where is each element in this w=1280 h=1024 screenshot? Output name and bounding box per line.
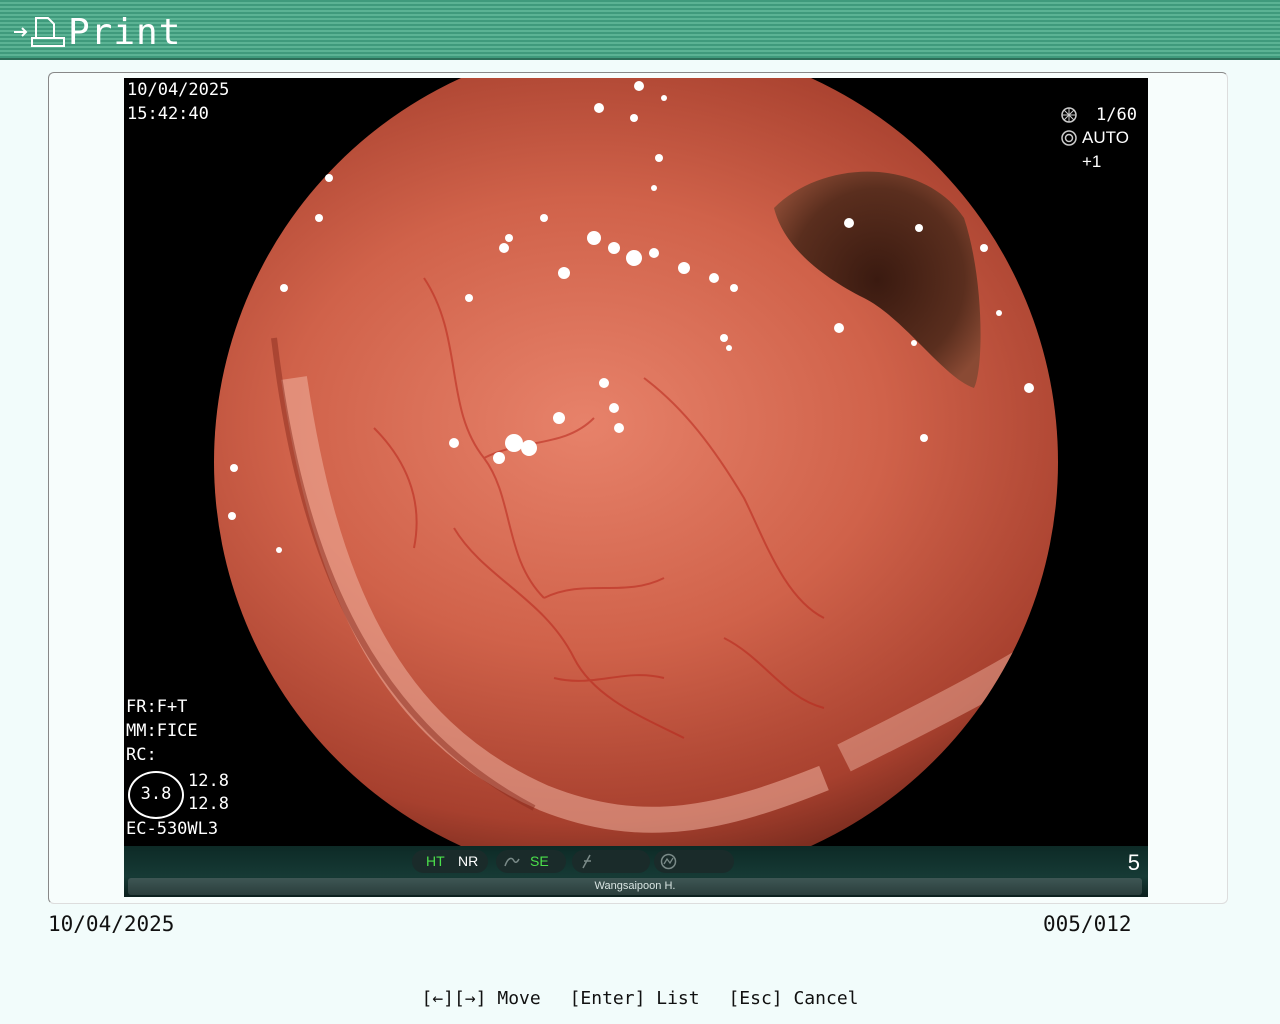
value-top: 12.8 — [188, 771, 229, 791]
shutter-icon — [1061, 107, 1077, 123]
image-counter: 005/012 — [1043, 912, 1132, 936]
meter-icon — [660, 853, 677, 870]
ht-nr-pill: HT NR — [412, 850, 488, 873]
function-pill — [572, 850, 650, 873]
curve-icon — [504, 857, 520, 867]
nr-indicator: NR — [458, 853, 479, 869]
scope-model: EC-530WL3 — [126, 819, 219, 839]
status-bar: HT NR SE 5 Wangsaipoon H. — [124, 846, 1148, 897]
endoscopy-photo — [214, 78, 1058, 846]
move-hint[interactable]: [←][→] Move — [422, 988, 541, 1009]
mm-setting: MM:FICE — [126, 721, 198, 741]
cancel-hint[interactable]: [Esc] Cancel — [728, 988, 858, 1009]
fr-setting: FR:F+T — [126, 697, 188, 717]
circle-value: 3.8 — [140, 784, 172, 804]
function-icon — [582, 854, 591, 869]
title-bar: Print — [0, 0, 1280, 60]
value-bottom: 12.8 — [188, 794, 229, 814]
shutter-value: 1/60 — [1096, 105, 1137, 125]
se-indicator: SE — [530, 853, 549, 869]
image-page-number: 5 — [1127, 850, 1140, 875]
page-title: Print — [68, 12, 182, 53]
footer-date: 10/04/2025 — [48, 912, 175, 936]
endoscopy-image: 10/04/2025 15:42:40 1/60 AUTO +1 FR:F+T … — [124, 78, 1148, 846]
rc-setting: RC: — [126, 745, 157, 765]
capture-time: 15:42:40 — [127, 104, 209, 124]
iris-icon — [1061, 130, 1077, 146]
meter-pill — [654, 850, 734, 873]
key-hints: [←][→] Move [Enter] List [Esc] Cancel — [0, 988, 1280, 1009]
patient-name: Wangsaipoon H. — [128, 878, 1142, 895]
se-pill: SE — [496, 850, 566, 873]
list-hint[interactable]: [Enter] List — [570, 988, 700, 1009]
print-icon — [14, 17, 65, 47]
capture-date: 10/04/2025 — [127, 80, 230, 100]
iris-value: AUTO +1 — [1082, 128, 1129, 171]
ht-indicator: HT — [426, 853, 445, 869]
